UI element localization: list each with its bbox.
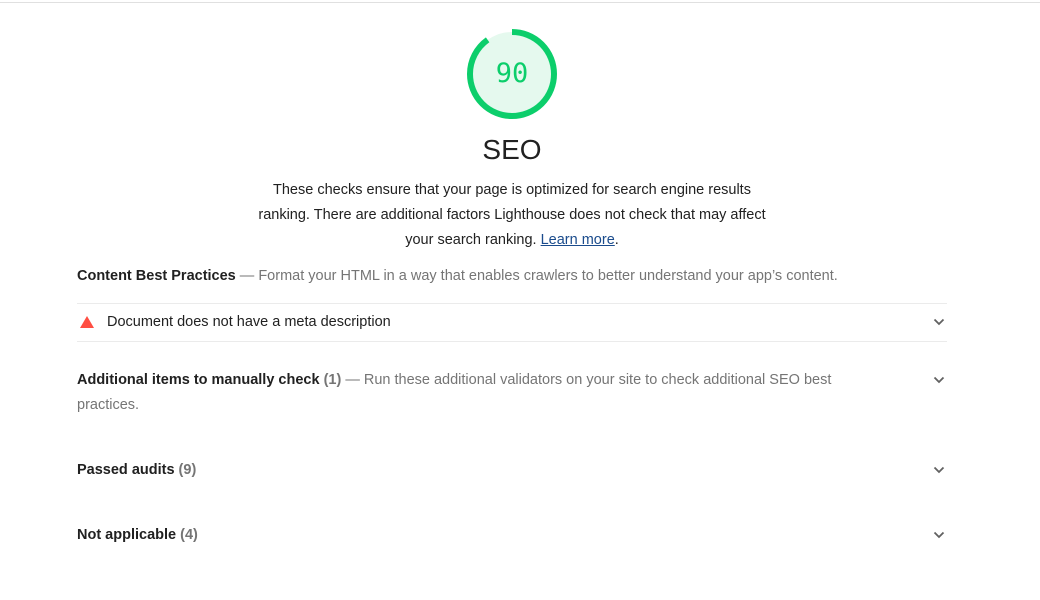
chevron-down-icon[interactable]: [931, 527, 947, 543]
category-title: SEO: [482, 134, 542, 165]
clump-manual-text: Additional items to manually check (1) —…: [77, 368, 877, 418]
clump-manual-checks[interactable]: Additional items to manually check (1) —…: [77, 368, 947, 418]
group-separator: —: [235, 268, 259, 284]
audit-meta-description[interactable]: Document does not have a meta descriptio…: [77, 304, 947, 341]
clump-title: Passed audits: [77, 462, 175, 478]
learn-more-link[interactable]: Learn more: [541, 232, 615, 248]
fail-triangle-icon: [80, 316, 94, 328]
top-divider: [0, 2, 1040, 3]
clump-count: (9): [178, 462, 197, 478]
clump-count: (4): [180, 527, 198, 543]
chevron-down-icon[interactable]: [931, 314, 947, 330]
audit-divider-bottom: [77, 341, 947, 342]
group-description: Format your HTML in a way that enables c…: [258, 268, 838, 284]
audit-title: Document does not have a meta descriptio…: [107, 314, 391, 330]
clump-not-applicable[interactable]: Not applicable (4): [77, 523, 947, 548]
score-value: 90: [495, 58, 529, 89]
clump-title: Not applicable: [77, 527, 177, 543]
group-title: Content Best Practices: [77, 268, 236, 284]
clump-passed-text: Passed audits (9): [77, 458, 877, 483]
category-description: These checks ensure that your page is op…: [258, 178, 766, 253]
clump-separator: —: [345, 372, 364, 388]
clump-passed-audits[interactable]: Passed audits (9): [77, 458, 947, 483]
clump-count: (1): [323, 372, 342, 388]
clump-title: Additional items to manually check: [77, 372, 320, 388]
chevron-down-icon[interactable]: [931, 462, 947, 478]
category-description-text: These checks ensure that your page is op…: [258, 182, 766, 248]
score-gauge[interactable]: 90: [464, 26, 560, 122]
chevron-down-icon[interactable]: [931, 372, 947, 388]
description-period: .: [614, 232, 619, 248]
clump-not-applicable-text: Not applicable (4): [77, 523, 877, 548]
group-header-content-best-practices: Content Best Practices — Format your HTM…: [77, 264, 947, 289]
